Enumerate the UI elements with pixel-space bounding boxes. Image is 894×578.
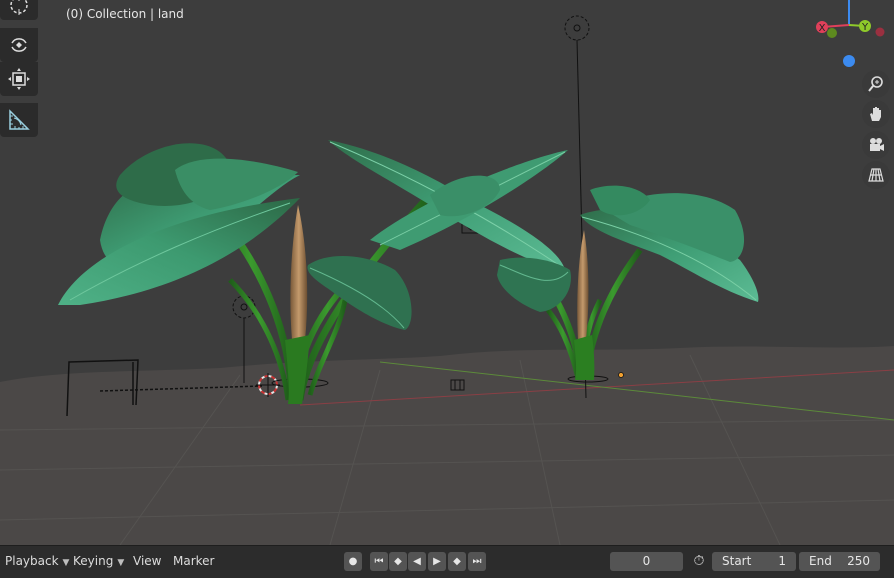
gizmo-x-label: X [819, 23, 826, 34]
scale-tool-button[interactable] [0, 62, 38, 96]
next-keyframe-icon: ◆ [453, 556, 461, 567]
end-label: End [809, 554, 832, 568]
rotate-tool-button[interactable] [0, 28, 38, 62]
gizmo-neg-x-ball[interactable] [875, 27, 885, 37]
playback-menu[interactable]: Playback ▼ [0, 552, 74, 571]
prev-keyframe-icon: ◆ [394, 556, 402, 567]
play-button[interactable]: ▶ [428, 552, 446, 571]
prev-keyframe-button[interactable]: ◆ [389, 552, 407, 571]
current-frame-field[interactable]: 0 [610, 552, 683, 571]
play-icon: ▶ [433, 556, 441, 567]
end-value: 250 [847, 554, 870, 568]
play-reverse-button[interactable]: ◀ [408, 552, 426, 571]
grid-perspective-icon [868, 168, 884, 182]
camera-icon [870, 138, 884, 151]
ruler-icon [9, 109, 30, 130]
cursor-tool-button[interactable] [0, 0, 38, 20]
start-value: 1 [778, 554, 786, 568]
gizmo-z-ball[interactable] [843, 55, 855, 67]
viewport-info-label: (0) Collection | land [66, 7, 184, 21]
start-frame-field[interactable]: Start 1 [712, 552, 796, 571]
cursor-icon [10, 0, 28, 15]
jump-start-button[interactable]: ⏮ [370, 552, 388, 571]
marker-menu[interactable]: Marker [173, 552, 214, 571]
hand-pan-icon [870, 107, 881, 121]
record-icon: ● [348, 556, 358, 567]
stopwatch-icon[interactable]: ⏱ [690, 552, 708, 571]
perspective-toggle-button[interactable] [862, 161, 890, 189]
measure-tool-button[interactable] [0, 103, 38, 137]
view-menu[interactable]: View [133, 552, 161, 571]
keying-label: Keying [73, 554, 114, 568]
camera-view-button[interactable] [862, 131, 890, 159]
current-frame-value: 0 [642, 554, 651, 568]
navigation-gizmo[interactable]: X Y [814, 0, 894, 80]
rotate-icon [11, 38, 27, 52]
record-button[interactable]: ● [344, 552, 362, 571]
3d-viewport[interactable]: (0) Collection | land X Y [0, 0, 894, 545]
chevron-down-icon: ▼ [117, 558, 125, 568]
gizmo-neg-y-ball[interactable] [827, 28, 837, 38]
origin-point [618, 372, 624, 378]
scale-icon [8, 68, 30, 90]
playback-label: Playback [5, 554, 59, 568]
jump-end-icon: ⏭ [472, 556, 482, 567]
zoom-button[interactable] [862, 70, 890, 98]
timeline-header: Playback ▼ Keying ▼ View Marker ● ⏮ ◆ ◀ ▶ … [0, 545, 894, 578]
play-reverse-icon: ◀ [413, 556, 421, 567]
keying-menu[interactable]: Keying ▼ [68, 552, 129, 571]
next-keyframe-button[interactable]: ◆ [448, 552, 466, 571]
jump-start-icon: ⏮ [374, 556, 384, 567]
jump-end-button[interactable]: ⏭ [468, 552, 486, 571]
end-frame-field[interactable]: End 250 [799, 552, 880, 571]
scene-render[interactable] [0, 0, 894, 545]
zoom-icon [868, 76, 883, 92]
pan-button[interactable] [862, 100, 890, 128]
gizmo-y-label: Y [861, 22, 869, 33]
start-label: Start [722, 554, 752, 568]
ground-plane [0, 346, 894, 545]
